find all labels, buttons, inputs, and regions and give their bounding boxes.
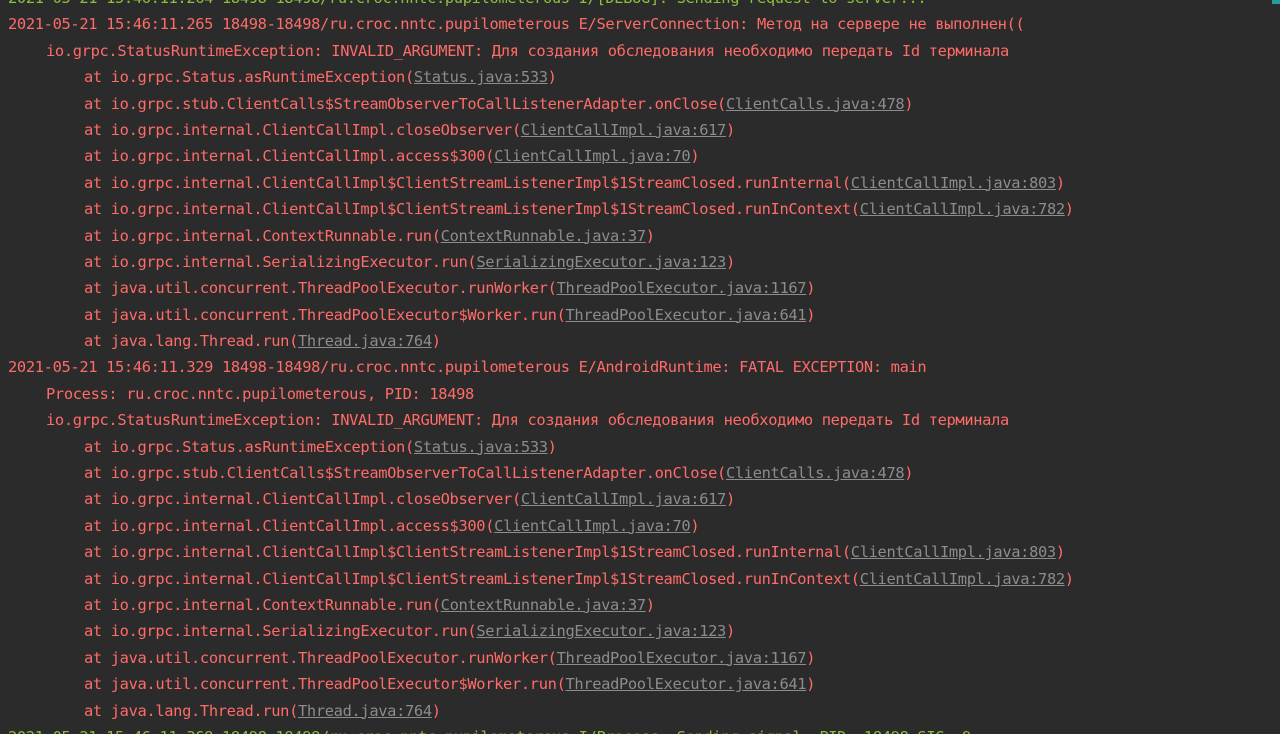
source-file-link[interactable]: Thread.java:764 <box>298 702 432 720</box>
stack-frame-method: java.util.concurrent.ThreadPoolExecutor$… <box>110 305 557 324</box>
stack-frame-method: java.lang.Thread.run <box>110 332 290 351</box>
source-file-link[interactable]: ClientCallImpl.java:70 <box>494 517 691 535</box>
stack-frame-method: io.grpc.internal.SerializingExecutor.run <box>110 252 468 271</box>
stack-frame-line: at io.grpc.Status.asRuntimeException(Sta… <box>84 437 557 456</box>
source-file-link[interactable]: ClientCallImpl.java:782 <box>860 200 1065 218</box>
stack-frame-method: java.util.concurrent.ThreadPoolExecutor.… <box>110 648 548 667</box>
stack-frame-method: java.util.concurrent.ThreadPoolExecutor.… <box>110 279 548 298</box>
stack-frame-method: java.lang.Thread.run <box>110 701 290 720</box>
stack-frame-line: at io.grpc.internal.ClientCallImpl$Clien… <box>84 569 1074 588</box>
log-detail-text: Process: ru.croc.nntc.pupilometerous, PI… <box>46 384 474 403</box>
stack-frame-method: io.grpc.stub.ClientCalls$StreamObserverT… <box>110 94 718 113</box>
stack-frame-method: io.grpc.internal.ClientCallImpl.closeObs… <box>110 120 513 139</box>
stack-frame-line: at io.grpc.internal.ContextRunnable.run(… <box>84 226 655 245</box>
log-detail-text: io.grpc.StatusRuntimeException: INVALID_… <box>46 41 1009 60</box>
stack-frame-method: io.grpc.stub.ClientCalls$StreamObserverT… <box>110 464 718 483</box>
log-header-text: 2021-05-21 15:46:11.329 18498-18498/ru.c… <box>8 358 927 377</box>
source-file-link[interactable]: ClientCalls.java:478 <box>726 464 905 482</box>
stack-frame-line: at io.grpc.internal.ClientCallImpl$Clien… <box>84 543 1065 562</box>
stack-frame-method: io.grpc.internal.ClientCallImpl.access$3… <box>110 147 486 166</box>
stack-frame-line: at java.util.concurrent.ThreadPoolExecut… <box>84 279 816 298</box>
stack-frame-method: io.grpc.internal.SerializingExecutor.run <box>110 622 468 641</box>
source-file-link[interactable]: ThreadPoolExecutor.java:641 <box>565 675 806 693</box>
source-file-link[interactable]: ClientCallImpl.java:803 <box>851 543 1056 561</box>
source-file-link[interactable]: ThreadPoolExecutor.java:1167 <box>557 279 807 297</box>
log-header-line: 2021-05-21 15:46:11.329 18498-18498/ru.c… <box>8 354 1280 380</box>
stack-frame-line: at io.grpc.internal.ClientCallImpl.acces… <box>84 516 700 535</box>
stack-frame-method: io.grpc.Status.asRuntimeException <box>110 68 406 87</box>
source-file-link[interactable]: ClientCallImpl.java:617 <box>521 121 726 139</box>
log-detail-line: Process: ru.croc.nntc.pupilometerous, PI… <box>8 381 1280 407</box>
stack-frame-method: io.grpc.internal.ClientCallImpl$ClientSt… <box>110 543 842 562</box>
log-header-line: 2021-05-21 15:46:11.368 18498-18498/ru.c… <box>8 724 1280 734</box>
stack-frame-line: at io.grpc.internal.SerializingExecutor.… <box>84 252 735 271</box>
stack-frame-line: at io.grpc.stub.ClientCalls$StreamObserv… <box>84 464 914 483</box>
stack-frame-method: io.grpc.internal.ClientCallImpl$ClientSt… <box>110 173 842 192</box>
stack-frame-line: at io.grpc.internal.ContextRunnable.run(… <box>84 595 655 614</box>
source-file-link[interactable]: ThreadPoolExecutor.java:641 <box>565 306 806 324</box>
log-output: 2021-05-21 15:46:11.264 18498-18498/ru.c… <box>8 0 1280 734</box>
stack-frame-line: at java.lang.Thread.run(Thread.java:764) <box>84 701 441 720</box>
stack-frame-method: io.grpc.internal.ClientCallImpl$ClientSt… <box>110 200 851 219</box>
stack-frame-method: io.grpc.internal.ContextRunnable.run <box>110 595 432 614</box>
log-header-text: 2021-05-21 15:46:11.265 18498-18498/ru.c… <box>8 15 1025 34</box>
logcat-console[interactable]: 2021-05-21 15:46:11.264 18498-18498/ru.c… <box>0 0 1280 734</box>
source-file-link[interactable]: Status.java:533 <box>414 438 548 456</box>
log-header-line: 2021-05-21 15:46:11.264 18498-18498/ru.c… <box>8 0 1280 11</box>
log-header-text: 2021-05-21 15:46:11.264 18498-18498/ru.c… <box>8 0 927 7</box>
stack-frame-method: io.grpc.internal.ContextRunnable.run <box>110 226 432 245</box>
stack-frame-method: io.grpc.internal.ClientCallImpl.closeObs… <box>110 490 513 509</box>
stack-frame-line: at io.grpc.internal.ClientCallImpl.acces… <box>84 147 700 166</box>
scroll-marker <box>1272 0 1280 4</box>
source-file-link[interactable]: ContextRunnable.java:37 <box>441 227 646 245</box>
log-detail-line: io.grpc.StatusRuntimeException: INVALID_… <box>8 38 1280 64</box>
log-detail-line: io.grpc.StatusRuntimeException: INVALID_… <box>8 407 1280 433</box>
log-detail-text: io.grpc.StatusRuntimeException: INVALID_… <box>46 411 1009 430</box>
log-header-text: 2021-05-21 15:46:11.368 18498-18498/ru.c… <box>8 728 971 734</box>
stack-frame-line: at java.util.concurrent.ThreadPoolExecut… <box>84 305 816 324</box>
source-file-link[interactable]: SerializingExecutor.java:123 <box>476 622 726 640</box>
source-file-link[interactable]: SerializingExecutor.java:123 <box>476 253 726 271</box>
stack-frame-line: at io.grpc.internal.ClientCallImpl.close… <box>84 490 735 509</box>
source-file-link[interactable]: Status.java:533 <box>414 68 548 86</box>
stack-frame-method: io.grpc.internal.ClientCallImpl$ClientSt… <box>110 569 851 588</box>
stack-frame-line: at io.grpc.stub.ClientCalls$StreamObserv… <box>84 94 914 113</box>
log-header-line: 2021-05-21 15:46:11.265 18498-18498/ru.c… <box>8 11 1280 37</box>
stack-frame-line: at io.grpc.internal.ClientCallImpl$Clien… <box>84 173 1065 192</box>
source-file-link[interactable]: ClientCallImpl.java:70 <box>494 147 691 165</box>
source-file-link[interactable]: Thread.java:764 <box>298 332 432 350</box>
source-file-link[interactable]: ClientCalls.java:478 <box>726 95 905 113</box>
stack-frame-line: at java.util.concurrent.ThreadPoolExecut… <box>84 675 816 694</box>
source-file-link[interactable]: ClientCallImpl.java:803 <box>851 174 1056 192</box>
stack-frame-line: at java.lang.Thread.run(Thread.java:764) <box>84 332 441 351</box>
source-file-link[interactable]: ThreadPoolExecutor.java:1167 <box>557 649 807 667</box>
stack-frame-line: at io.grpc.internal.ClientCallImpl$Clien… <box>84 200 1074 219</box>
stack-frame-method: io.grpc.internal.ClientCallImpl.access$3… <box>110 516 486 535</box>
stack-frame-line: at java.util.concurrent.ThreadPoolExecut… <box>84 648 816 667</box>
stack-frame-line: at io.grpc.Status.asRuntimeException(Sta… <box>84 68 557 87</box>
stack-frame-method: java.util.concurrent.ThreadPoolExecutor$… <box>110 675 557 694</box>
stack-frame-line: at io.grpc.internal.ClientCallImpl.close… <box>84 120 735 139</box>
stack-frame-line: at io.grpc.internal.SerializingExecutor.… <box>84 622 735 641</box>
source-file-link[interactable]: ContextRunnable.java:37 <box>441 596 646 614</box>
stack-frame-method: io.grpc.Status.asRuntimeException <box>110 437 406 456</box>
source-file-link[interactable]: ClientCallImpl.java:782 <box>860 570 1065 588</box>
source-file-link[interactable]: ClientCallImpl.java:617 <box>521 490 726 508</box>
